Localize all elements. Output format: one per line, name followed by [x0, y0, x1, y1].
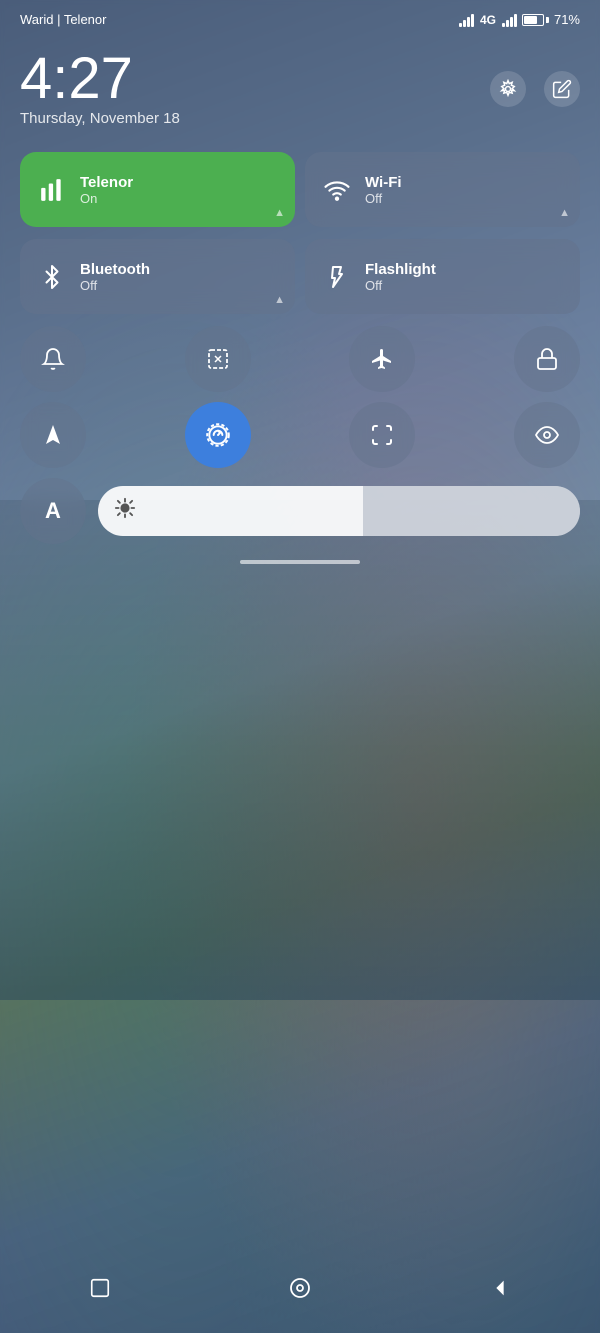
brightness-row: A [20, 478, 580, 544]
back-btn[interactable] [480, 1268, 520, 1308]
home-icon [288, 1276, 312, 1300]
signal-icon-2 [502, 13, 517, 27]
lock-btn[interactable] [514, 326, 580, 392]
location-btn[interactable] [20, 402, 86, 468]
flashlight-text: Flashlight Off [365, 261, 436, 293]
wifi-toggle[interactable]: Wi-Fi Off ▲ [305, 152, 580, 227]
status-bar: Warid | Telenor 4G 71% [0, 0, 600, 35]
recents-icon [89, 1277, 111, 1299]
eye-icon [535, 423, 559, 447]
autorotate-btn[interactable] [185, 402, 251, 468]
airplane-icon [370, 347, 394, 371]
clock-icons [490, 71, 580, 107]
scan-icon [370, 423, 394, 447]
recents-btn[interactable] [80, 1268, 120, 1308]
flashlight-icon [321, 261, 353, 293]
clock-date: Thursday, November 18 [20, 110, 180, 127]
signal-icon-1 [459, 13, 474, 27]
telenor-icon [36, 174, 68, 206]
clock-display: 4:27 Thursday, November 18 [20, 50, 180, 127]
wifi-arrow: ▲ [559, 207, 570, 219]
telenor-toggle[interactable]: Telenor On ▲ [20, 152, 295, 227]
bluetooth-icon [36, 261, 68, 293]
brightness-slider[interactable] [98, 486, 580, 536]
settings-icon [498, 79, 518, 99]
scan-btn[interactable] [349, 402, 415, 468]
battery-icon [522, 14, 549, 26]
airplane-btn[interactable] [349, 326, 415, 392]
network-type: 4G [480, 13, 496, 27]
wifi-text: Wi-Fi Off [365, 174, 402, 206]
bell-icon [41, 347, 65, 371]
quick-icon-row1 [20, 326, 580, 392]
toggle-grid-row1: Telenor On ▲ Wi-Fi Off ▲ [20, 152, 580, 227]
flashlight-toggle[interactable]: Flashlight Off [305, 239, 580, 314]
back-icon [489, 1277, 511, 1299]
screenshot-icon [206, 347, 230, 371]
battery-percent: 71% [554, 12, 580, 27]
toggle-grid-row2: Bluetooth Off ▲ Flashlight Off [20, 239, 580, 314]
brightness-icon [114, 497, 136, 525]
telenor-arrow: ▲ [274, 207, 285, 219]
font-label: A [45, 498, 61, 524]
autorotate-icon [205, 422, 231, 448]
status-right: 4G 71% [459, 12, 580, 27]
nav-bar [0, 1253, 600, 1333]
bluetooth-arrow: ▲ [274, 294, 285, 306]
control-center: 4:27 Thursday, November 18 [0, 35, 600, 596]
font-btn[interactable]: A [20, 478, 86, 544]
bluetooth-toggle[interactable]: Bluetooth Off ▲ [20, 239, 295, 314]
bell-btn[interactable] [20, 326, 86, 392]
brightness-remaining [363, 486, 580, 536]
carrier-text: Warid | Telenor [20, 12, 106, 27]
screenshot-btn[interactable] [185, 326, 251, 392]
telenor-text: Telenor On [80, 174, 133, 206]
home-btn[interactable] [280, 1268, 320, 1308]
home-indicator [20, 560, 580, 564]
home-bar [240, 560, 360, 564]
location-icon [41, 423, 65, 447]
lock-icon [535, 347, 559, 371]
eye-btn[interactable] [514, 402, 580, 468]
wifi-icon [321, 174, 353, 206]
clock-area: 4:27 Thursday, November 18 [20, 45, 580, 132]
settings-icon-btn[interactable] [490, 71, 526, 107]
clock-time: 4:27 [20, 50, 180, 108]
edit-icon [552, 79, 572, 99]
edit-icon-btn[interactable] [544, 71, 580, 107]
signal-icon [39, 177, 65, 203]
quick-icon-row2 [20, 402, 580, 468]
bluetooth-text: Bluetooth Off [80, 261, 150, 293]
